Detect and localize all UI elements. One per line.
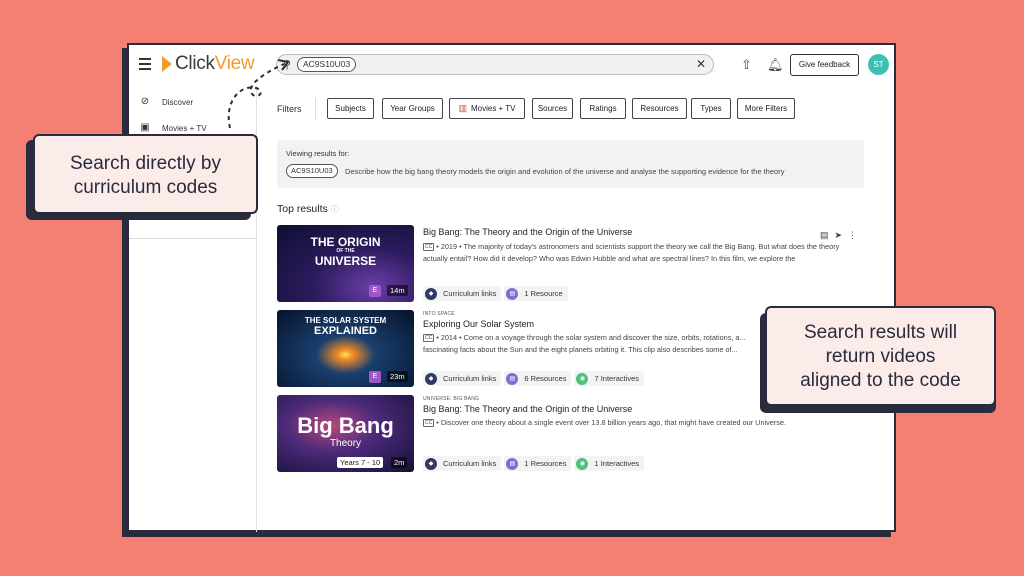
video-thumbnail[interactable]: THE ORIGIN OF THE UNIVERSE E 14m [277,225,414,302]
resource-icon: ▤ [506,287,519,300]
filters-divider [315,98,316,120]
year-level-badge: Years 7 - 10 [337,457,384,468]
compass-icon: ⊘ [140,96,150,107]
give-feedback-button[interactable]: Give feedback [790,54,859,76]
filter-ratings-button[interactable]: Ratings [580,98,626,119]
result-title[interactable]: Big Bang: The Theory and the Origin of t… [423,404,632,414]
viewing-results-label: Viewing results for: [286,149,350,158]
result-title[interactable]: Exploring Our Solar System [423,319,534,329]
resources-tag[interactable]: ▤ 1 Resources [504,456,572,471]
closed-captions-icon: CC [423,243,435,251]
curriculum-code-description: Describe how the big bang theory models … [345,167,785,176]
result-tags: ◆ Curriculum links ▤ 1 Resource [423,286,571,301]
result-title[interactable]: Big Bang: The Theory and the Origin of t… [423,227,632,237]
dashed-arrow [227,59,290,129]
curriculum-links-tag[interactable]: ◆ Curriculum links [423,371,502,386]
filter-movies-tv-button[interactable]: ▥ Movies + TV [449,98,525,119]
duration-label: 14m [387,285,408,296]
search-input[interactable]: ⚲ AC9S10U03 ✕ [276,54,714,75]
resources-tag[interactable]: ▤ 1 Resource [504,286,568,301]
result-category: INTO SPACE [423,311,455,317]
more-options-icon: ⋮ [848,230,863,240]
resource-icon: ▤ [506,457,519,470]
duration-label: 2m [391,457,408,468]
result-tags: ◆ Curriculum links ▤ 6 Resources ◉ 7 Intera… [423,371,647,386]
filter-types-button[interactable]: Types [691,98,731,119]
card-actions[interactable]: ▤➤⋮ [820,230,863,241]
filter-sources-button[interactable]: Sources [532,98,573,119]
result-card[interactable]: THE ORIGIN OF THE UNIVERSE E 14m Big Ban… [277,225,865,303]
interactives-tag[interactable]: ◉ 1 Interactives [574,456,645,471]
duration-label: 23m [387,371,408,382]
result-description: CC • Discover one theory about a single e… [423,418,786,427]
search-chip[interactable]: AC9S10U03 [297,57,357,72]
result-description: CC • 2019 • The majority of today's astro… [423,242,840,263]
curriculum-links-tag[interactable]: ◆ Curriculum links [423,456,502,471]
interactive-icon: ◉ [576,457,589,470]
callout-search-codes: Search directly by curriculum codes [33,134,258,214]
callout-results-aligned: Search results will return videos aligne… [765,306,996,406]
logo-play-icon [162,56,172,72]
closed-captions-icon: CC [423,419,435,427]
user-avatar[interactable]: ST [868,54,889,75]
upload-icon[interactable]: ⇧ [741,57,752,73]
result-description: CC • 2014 • Come on a voyage through the … [423,333,746,354]
interactives-tag[interactable]: ◉ 7 Interactives [574,371,645,386]
filter-year-groups-button[interactable]: Year Groups [382,98,443,119]
result-category: UNIVERSE: BIG BANG [423,396,480,402]
sidebar-item-discover[interactable]: ⊘ Discover [139,96,193,108]
curriculum-icon: ◆ [425,287,437,300]
video-thumbnail[interactable]: THE SOLAR SYSTEM EXPLAINED E 23m [277,310,414,387]
sidebar-item-movies-tv[interactable]: ▣ Movies + TV [139,122,206,134]
share-icon: ➤ [834,230,848,240]
filter-resources-button[interactable]: Resources [632,98,687,119]
filter-more-filters-button[interactable]: More Filters [737,98,795,119]
playlist-icon: ▤ [819,230,835,240]
tv-icon: ▣ [140,122,150,133]
interactive-icon: ◉ [576,372,589,385]
sidebar-divider [129,238,257,239]
rating-badge: E [369,285,381,297]
bell-icon[interactable]: 🔔︎ [767,57,784,73]
info-icon[interactable]: ⓘ [331,205,339,214]
rating-badge: E [369,371,381,383]
curriculum-icon: ◆ [425,457,437,470]
popcorn-icon: ▥ [458,103,467,113]
curriculum-links-tag[interactable]: ◆ Curriculum links [423,286,502,301]
video-thumbnail[interactable]: Big Bang Theory Years 7 - 10 2m [277,395,414,472]
filter-subjects-button[interactable]: Subjects [327,98,374,119]
closed-captions-icon: CC [423,334,435,342]
resource-icon: ▤ [506,372,519,385]
curriculum-code-chip[interactable]: AC9S10U03 [286,164,338,178]
result-tags: ◆ Curriculum links ▤ 1 Resources ◉ 1 Intera… [423,456,647,471]
viewing-results-panel: Viewing results for: AC9S10U03 Describe … [277,140,864,188]
hamburger-menu-icon[interactable] [139,58,151,70]
resources-tag[interactable]: ▤ 6 Resources [504,371,572,386]
curriculum-icon: ◆ [425,372,437,385]
top-results-heading: Top results ⓘ [277,203,339,215]
clear-search-icon[interactable]: ✕ [696,57,706,71]
